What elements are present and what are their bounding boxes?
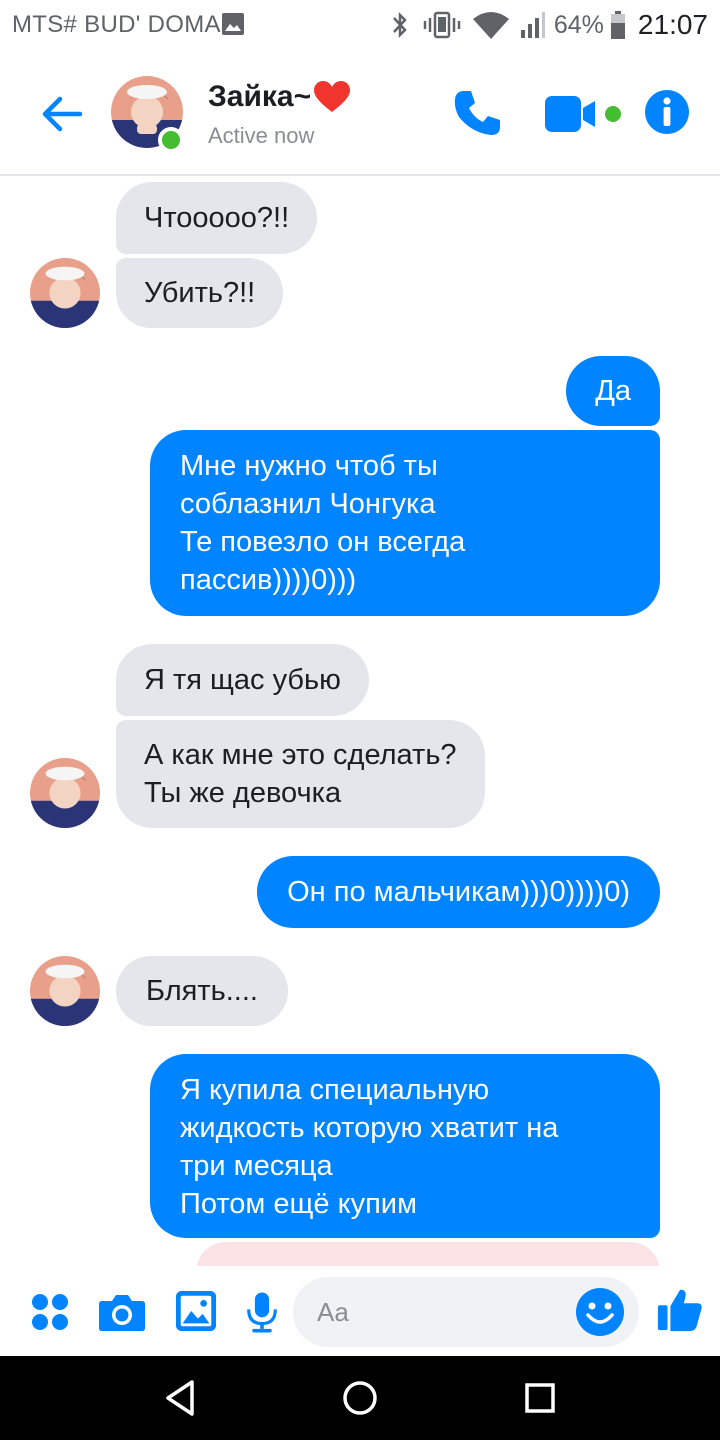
contact-avatar-small[interactable]: [30, 758, 100, 828]
thumbs-up-icon[interactable]: [656, 1286, 704, 1334]
outgoing-message[interactable]: Он по мальчикам)))0))))0): [257, 856, 660, 928]
incoming-message[interactable]: Убить?!!: [116, 258, 284, 328]
contact-name[interactable]: Зайка~: [208, 80, 351, 114]
heart-icon: [314, 81, 351, 112]
gallery-icon[interactable]: [175, 1290, 217, 1332]
video-camera-icon[interactable]: [543, 92, 623, 136]
phone-icon[interactable]: [450, 86, 504, 140]
active-status: Active now: [208, 123, 315, 148]
image-notification-icon: [222, 13, 244, 35]
info-icon[interactable]: [644, 89, 690, 135]
status-bar: MTS# BUD' DOMA 64% 21:07: [0, 0, 720, 50]
back-triangle-icon[interactable]: [158, 1376, 202, 1420]
outgoing-message[interactable]: Мне нужно чтоб ты соблазнил Чонгука Те п…: [150, 430, 660, 616]
outgoing-message[interactable]: Я купила специальную жидкость которую хв…: [150, 1054, 660, 1238]
conversation-header: Зайка~ Active now: [0, 60, 720, 176]
wifi-icon: [472, 12, 509, 39]
outgoing-message[interactable]: Да: [566, 356, 660, 426]
online-indicator: [158, 127, 184, 153]
battery-percent: 64%: [553, 10, 604, 39]
clock: 21:07: [637, 9, 708, 40]
navigation-bar: [0, 1356, 720, 1440]
contact-name-text: Зайка~: [208, 80, 312, 113]
message-input-placeholder: Aa: [317, 1297, 349, 1327]
home-circle-icon[interactable]: [338, 1376, 382, 1420]
back-arrow-icon[interactable]: [36, 88, 88, 140]
contact-avatar-small[interactable]: [30, 956, 100, 1026]
message-thread[interactable]: Чтооооо?!! Убить?!! Да Мне нужно чтоб ты…: [0, 178, 720, 1266]
contact-avatar-small[interactable]: [30, 258, 100, 328]
signal-icon: [520, 12, 545, 38]
camera-icon[interactable]: [98, 1292, 146, 1332]
battery-icon: [610, 11, 625, 39]
microphone-icon[interactable]: [246, 1290, 278, 1334]
apps-icon[interactable]: [30, 1292, 70, 1332]
partial-message[interactable]: [196, 1242, 660, 1266]
incoming-message[interactable]: Чтооооо?!!: [116, 182, 318, 254]
status-icons: 64% 21:07: [390, 8, 708, 42]
vibrate-icon: [423, 11, 461, 39]
carrier-label: MTS# BUD' DOMA: [12, 11, 221, 38]
bluetooth-icon: [392, 11, 407, 39]
message-composer: Aa: [0, 1266, 720, 1356]
incoming-message[interactable]: Я тя щас убью: [116, 644, 369, 716]
recents-square-icon[interactable]: [518, 1376, 562, 1420]
incoming-message[interactable]: А как мне это сделать? Ты же девочка: [116, 720, 485, 828]
emoji-icon[interactable]: [575, 1287, 625, 1337]
incoming-message[interactable]: Блять....: [116, 956, 288, 1026]
message-input[interactable]: Aa: [293, 1277, 639, 1347]
